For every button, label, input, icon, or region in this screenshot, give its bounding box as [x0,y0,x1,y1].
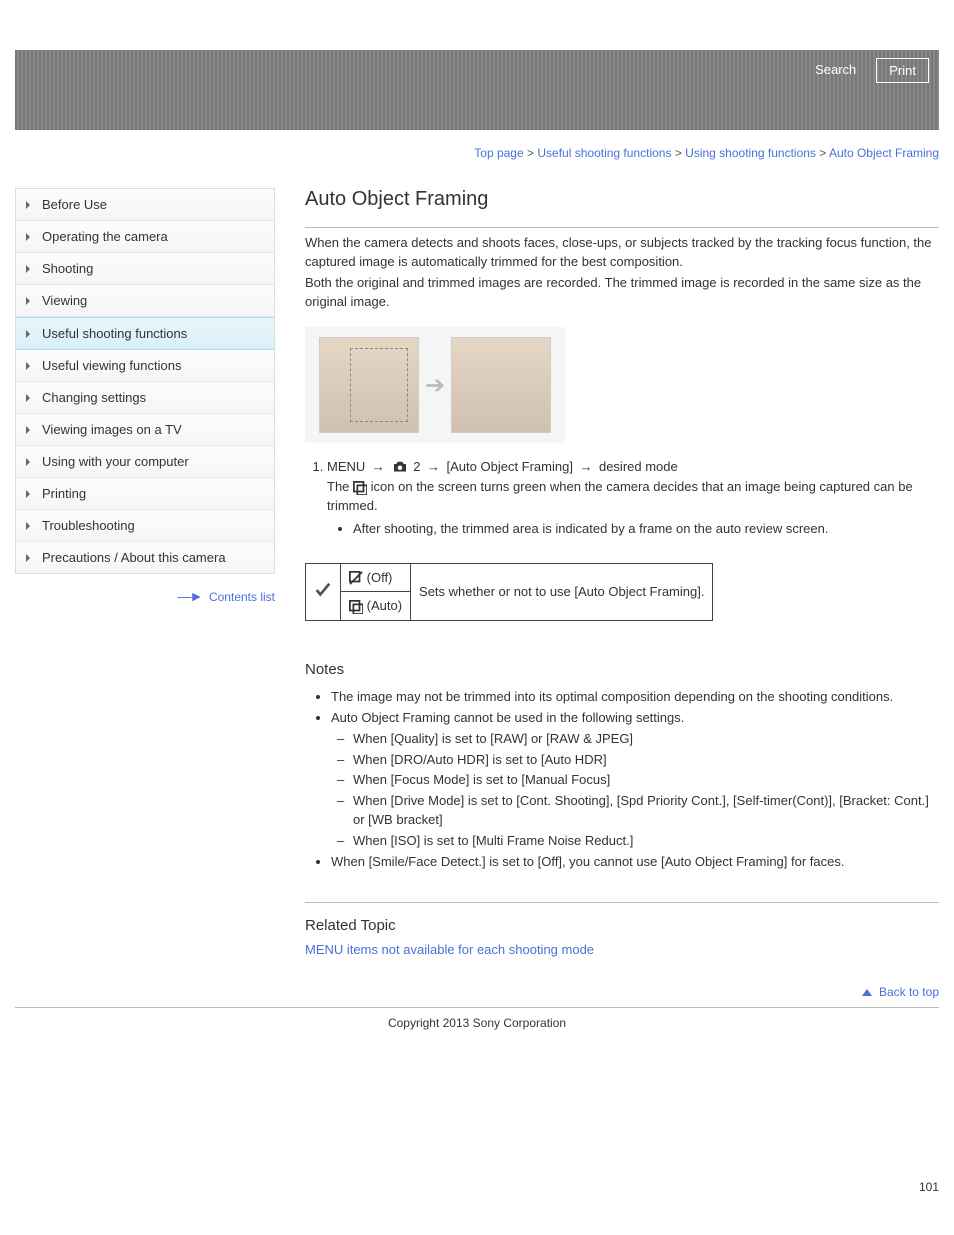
breadcrumb-link[interactable]: Top page [474,146,523,160]
note-item: After shooting, the trimmed area is indi… [353,520,939,539]
article-title: Auto Object Framing [305,188,939,211]
contents-list: —► Contents list [15,588,275,604]
breadcrumb-current: Auto Object Framing [829,146,939,160]
menu-path-step: MENU → 2 → [Auto Object Framing] → desir… [327,459,939,539]
sidebar-item-tv[interactable]: Viewing images on a TV [16,414,274,446]
note-subitem: When [DRO/Auto HDR] is set to [Auto HDR] [353,751,939,770]
figure-image: ➔ [305,327,565,443]
related-link[interactable]: MENU items not available for each shooti… [305,942,594,957]
framing-auto-icon [349,600,363,614]
arrow-right-icon: → [369,459,387,474]
icon-note: The icon on the screen turns green when … [327,478,939,516]
breadcrumb-sep: > [527,146,534,160]
sidebar-item-printing[interactable]: Printing [16,478,274,510]
triangle-up-icon [862,989,872,996]
note-item: When [Smile/Face Detect.] is set to [Off… [331,853,939,872]
breadcrumb: Top page > Useful shooting functions > U… [15,146,939,160]
intro-text: When the camera detects and shoots faces… [305,234,939,272]
sidebar-item-precautions[interactable]: Precautions / About this camera [16,542,274,573]
arrow-right-icon: → [425,459,443,474]
menu-page-number: 2 [413,459,420,474]
breadcrumb-sep: > [675,146,682,160]
note-subitem: When [ISO] is set to [Multi Frame Noise … [353,832,939,851]
sidebar-item-operating[interactable]: Operating the camera [16,221,274,253]
note-subitem: When [Quality] is set to [RAW] or [RAW &… [353,730,939,749]
option-off: (Off) [341,563,411,592]
sidebar-item-troubleshooting[interactable]: Troubleshooting [16,510,274,542]
framing-off-icon [349,571,363,585]
option-desc: Sets whether or not to use [Auto Object … [411,563,713,620]
sidebar-item-viewing[interactable]: Viewing [16,285,274,317]
check-cell [306,563,341,620]
menu-item-label: [Auto Object Framing] [447,459,573,474]
notes-heading: Notes [305,661,939,678]
sidebar-item-useful-viewing[interactable]: Useful viewing functions [16,350,274,382]
print-button[interactable]: Print [876,58,929,83]
page-number: 101 [15,1180,939,1194]
breadcrumb-link[interactable]: Useful shooting functions [537,146,671,160]
arrow-right-icon: —► [177,588,201,604]
sidebar: Before Use Operating the camera Shooting… [15,188,275,574]
intro-text: Both the original and trimmed images are… [305,274,939,312]
page-header: Search Print [15,50,939,130]
note-item: The image may not be trimmed into its op… [331,688,939,707]
framing-icon [353,481,367,495]
breadcrumb-sep: > [819,146,826,160]
sidebar-item-changing-settings[interactable]: Changing settings [16,382,274,414]
breadcrumb-link[interactable]: Using shooting functions [685,146,816,160]
menu-label: MENU [327,459,365,474]
back-to-top-link[interactable]: Back to top [879,985,939,999]
sidebar-item-before-use[interactable]: Before Use [16,189,274,221]
check-icon [314,581,332,599]
option-auto: (Auto) [341,592,411,621]
camera-icon [392,461,408,473]
sidebar-item-computer[interactable]: Using with your computer [16,446,274,478]
desired-mode-label: desired mode [599,459,678,474]
sidebar-item-useful-shooting[interactable]: Useful shooting functions [16,317,274,350]
sidebar-item-shooting[interactable]: Shooting [16,253,274,285]
arrow-right-icon: → [577,459,595,474]
related-heading: Related Topic [305,917,939,934]
search-button[interactable]: Search [803,58,868,83]
note-subitem: When [Focus Mode] is set to [Manual Focu… [353,771,939,790]
note-item: Auto Object Framing cannot be used in th… [331,709,939,851]
article-content: Auto Object Framing When the camera dete… [305,188,939,1007]
contents-list-link[interactable]: Contents list [209,590,275,604]
note-subitem: When [Drive Mode] is set to [Cont. Shoot… [353,792,939,830]
copyright: Copyright 2013 Sony Corporation [15,1016,939,1030]
arrow-right-icon: ➔ [419,371,451,400]
options-table: (Off) Sets whether or not to use [Auto O… [305,563,713,621]
